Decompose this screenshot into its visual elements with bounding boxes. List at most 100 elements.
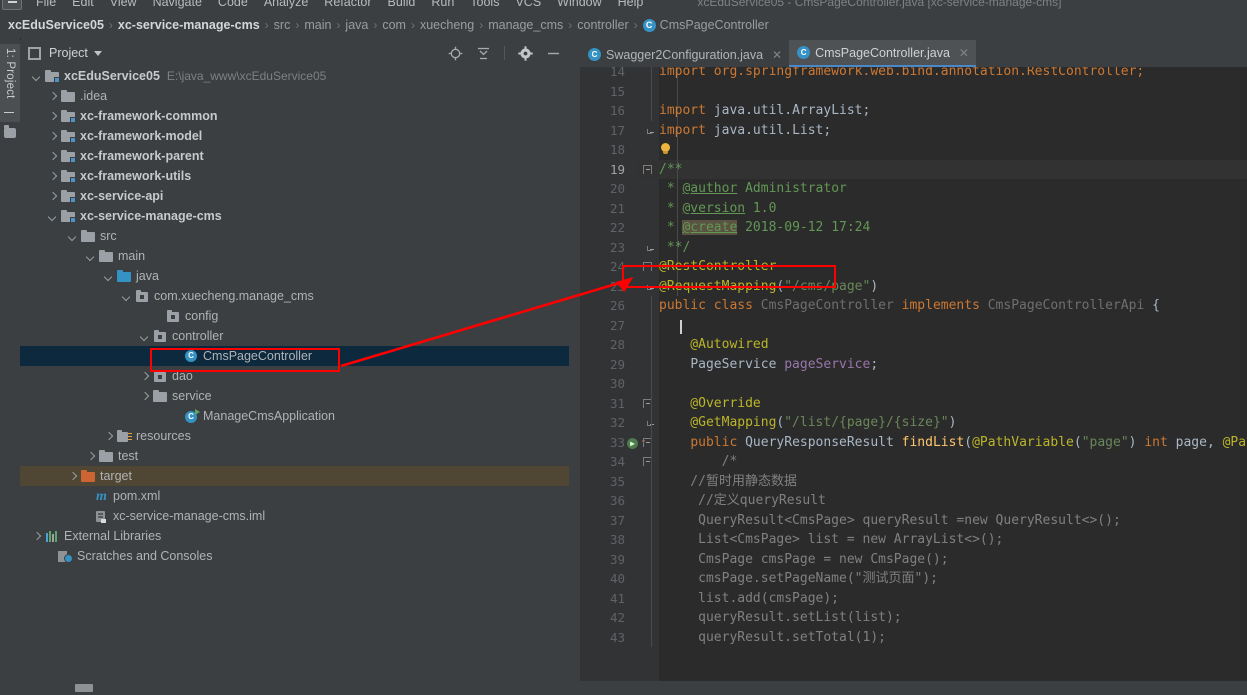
tree-row-resources[interactable]: resources bbox=[20, 426, 569, 446]
chevron-right-icon[interactable] bbox=[68, 472, 77, 481]
breadcrumb-item-java[interactable]: java bbox=[345, 18, 368, 32]
tree-row-test[interactable]: test bbox=[20, 446, 569, 466]
run-gutter-icon[interactable]: ▶ bbox=[627, 437, 638, 449]
close-icon[interactable]: ✕ bbox=[959, 46, 969, 60]
tree-row-target[interactable]: target bbox=[20, 466, 569, 486]
token-doc: * bbox=[659, 200, 683, 216]
tree-row-service[interactable]: service bbox=[20, 386, 569, 406]
gear-icon[interactable] bbox=[518, 45, 533, 61]
libraries-icon bbox=[45, 530, 60, 543]
tree-row-controller[interactable]: controller bbox=[20, 326, 569, 346]
breadcrumb-item-com[interactable]: com bbox=[382, 18, 406, 32]
chevron-down-icon[interactable] bbox=[32, 72, 41, 81]
breadcrumb-item-project[interactable]: xcEduService05 bbox=[8, 18, 104, 32]
chevron-right-icon[interactable] bbox=[104, 432, 113, 441]
breadcrumb-item-main[interactable]: main bbox=[304, 18, 331, 32]
tool-tab-project[interactable]: 1: Project bbox=[0, 44, 20, 122]
tree-row-main[interactable]: main bbox=[20, 246, 569, 266]
hide-icon[interactable] bbox=[546, 46, 561, 61]
menu-navigate[interactable]: Navigate bbox=[145, 0, 210, 9]
chevron-down-icon[interactable] bbox=[68, 232, 77, 241]
chevron-right-icon[interactable] bbox=[48, 172, 57, 181]
tree-row-xc-service-api[interactable]: xc-service-api bbox=[20, 186, 569, 206]
menu-vcs[interactable]: VCS bbox=[507, 0, 549, 9]
fold-marker-icon[interactable] bbox=[643, 164, 652, 174]
menu-tools[interactable]: Tools bbox=[462, 0, 507, 9]
breadcrumb-item-module[interactable]: xc-service-manage-cms bbox=[118, 18, 260, 32]
chevron-right-icon[interactable] bbox=[48, 92, 57, 101]
tree-row-xc-framework-common[interactable]: xc-framework-common bbox=[20, 106, 569, 126]
chevron-right-icon[interactable] bbox=[48, 192, 57, 201]
collapse-all-icon[interactable] bbox=[476, 46, 491, 61]
fold-marker-icon[interactable] bbox=[643, 262, 652, 271]
tab-cmspagecontroller[interactable]: C CmsPageController.java ✕ bbox=[789, 40, 976, 67]
window-icon[interactable] bbox=[2, 0, 22, 10]
locate-icon[interactable] bbox=[448, 46, 463, 61]
line-text: /* bbox=[659, 454, 738, 469]
chevron-right-icon[interactable] bbox=[48, 112, 57, 121]
breadcrumb-item-controller[interactable]: controller bbox=[577, 18, 628, 32]
tree-row-iml-file[interactable]: xc-service-manage-cms.iml bbox=[20, 506, 569, 526]
tree-row-xc-framework-utils[interactable]: xc-framework-utils bbox=[20, 166, 569, 186]
tree-row-pom-xml[interactable]: m pom.xml bbox=[20, 486, 569, 506]
tree-row-xcEduService05[interactable]: xcEduService05 E:\java_www\xcEduService0… bbox=[20, 66, 569, 86]
menu-code[interactable]: Code bbox=[210, 0, 256, 9]
chevron-right-icon[interactable] bbox=[48, 152, 57, 161]
folder-icon[interactable] bbox=[4, 125, 16, 138]
tree-row-src[interactable]: src bbox=[20, 226, 569, 246]
code-editor[interactable]: 14 import org.springframework.web.bind.a… bbox=[580, 67, 1247, 695]
chevron-right-icon[interactable] bbox=[86, 452, 95, 461]
chevron-down-icon[interactable] bbox=[122, 292, 131, 301]
tree-row-ManageCmsApplication[interactable]: C ManageCmsApplication bbox=[20, 406, 569, 426]
token-text: ) bbox=[870, 278, 879, 294]
menu-window[interactable]: Window bbox=[549, 0, 609, 9]
close-icon[interactable]: ✕ bbox=[772, 48, 782, 62]
chevron-down-icon[interactable] bbox=[93, 50, 102, 56]
tab-swagger2configuration[interactable]: C Swagger2Configuration.java ✕ bbox=[580, 42, 789, 67]
tree-row-CmsPageController[interactable]: C CmsPageController bbox=[20, 346, 569, 366]
chevron-right-icon[interactable] bbox=[140, 392, 149, 401]
fold-marker-icon[interactable] bbox=[647, 284, 654, 290]
tree-row-xc-framework-parent[interactable]: xc-framework-parent bbox=[20, 146, 569, 166]
menu-run[interactable]: Run bbox=[423, 0, 462, 9]
fold-marker-icon[interactable] bbox=[647, 128, 654, 134]
tree-row-dao[interactable]: dao bbox=[20, 366, 569, 386]
chevron-right-icon[interactable] bbox=[32, 532, 41, 541]
menu-refactor[interactable]: Refactor bbox=[316, 0, 379, 9]
token-text: ) bbox=[1128, 434, 1145, 450]
breadcrumb-separator: › bbox=[568, 18, 573, 32]
chevron-right-icon[interactable] bbox=[48, 132, 57, 141]
module-folder-icon bbox=[61, 169, 76, 183]
code-content[interactable]: 14 import org.springframework.web.bind.a… bbox=[580, 67, 1247, 690]
chevron-right-icon[interactable] bbox=[140, 372, 149, 381]
breadcrumb-item-src[interactable]: src bbox=[274, 18, 291, 32]
chevron-down-icon[interactable] bbox=[104, 272, 113, 281]
tree-row-scratches-and-consoles[interactable]: Scratches and Consoles bbox=[20, 546, 569, 566]
menu-view[interactable]: View bbox=[102, 0, 145, 9]
tree-row-package-root[interactable]: com.xuecheng.manage_cms bbox=[20, 286, 569, 306]
breadcrumb-item-class[interactable]: CmsPageController bbox=[660, 18, 769, 32]
menu-file[interactable]: File bbox=[28, 0, 64, 9]
menu-analyze[interactable]: Analyze bbox=[256, 0, 316, 9]
tree-row-xc-framework-model[interactable]: xc-framework-model bbox=[20, 126, 569, 146]
tree-label: dao bbox=[172, 369, 193, 383]
menu-build[interactable]: Build bbox=[380, 0, 424, 9]
menu-edit[interactable]: Edit bbox=[64, 0, 102, 9]
breadcrumb-item-manage-cms[interactable]: manage_cms bbox=[488, 18, 563, 32]
tree-row-idea[interactable]: .idea bbox=[20, 86, 569, 106]
tree-row-java[interactable]: java bbox=[20, 266, 569, 286]
project-tree[interactable]: xcEduService05 E:\java_www\xcEduService0… bbox=[20, 66, 569, 681]
code-line: 18 bbox=[580, 140, 1247, 160]
chevron-down-icon[interactable] bbox=[86, 252, 95, 261]
fold-marker-icon[interactable] bbox=[647, 245, 654, 251]
breadcrumb-item-xuecheng[interactable]: xuecheng bbox=[420, 18, 474, 32]
tree-label: controller bbox=[172, 329, 224, 343]
menu-help[interactable]: Help bbox=[610, 0, 652, 9]
line-text: **/ bbox=[659, 239, 691, 255]
lightbulb-icon[interactable] bbox=[659, 143, 672, 156]
chevron-down-icon[interactable] bbox=[48, 212, 57, 221]
tree-row-config[interactable]: config bbox=[20, 306, 569, 326]
tree-row-external-libraries[interactable]: External Libraries bbox=[20, 526, 569, 546]
tree-row-xc-service-manage-cms[interactable]: xc-service-manage-cms bbox=[20, 206, 569, 226]
chevron-down-icon[interactable] bbox=[140, 332, 149, 341]
